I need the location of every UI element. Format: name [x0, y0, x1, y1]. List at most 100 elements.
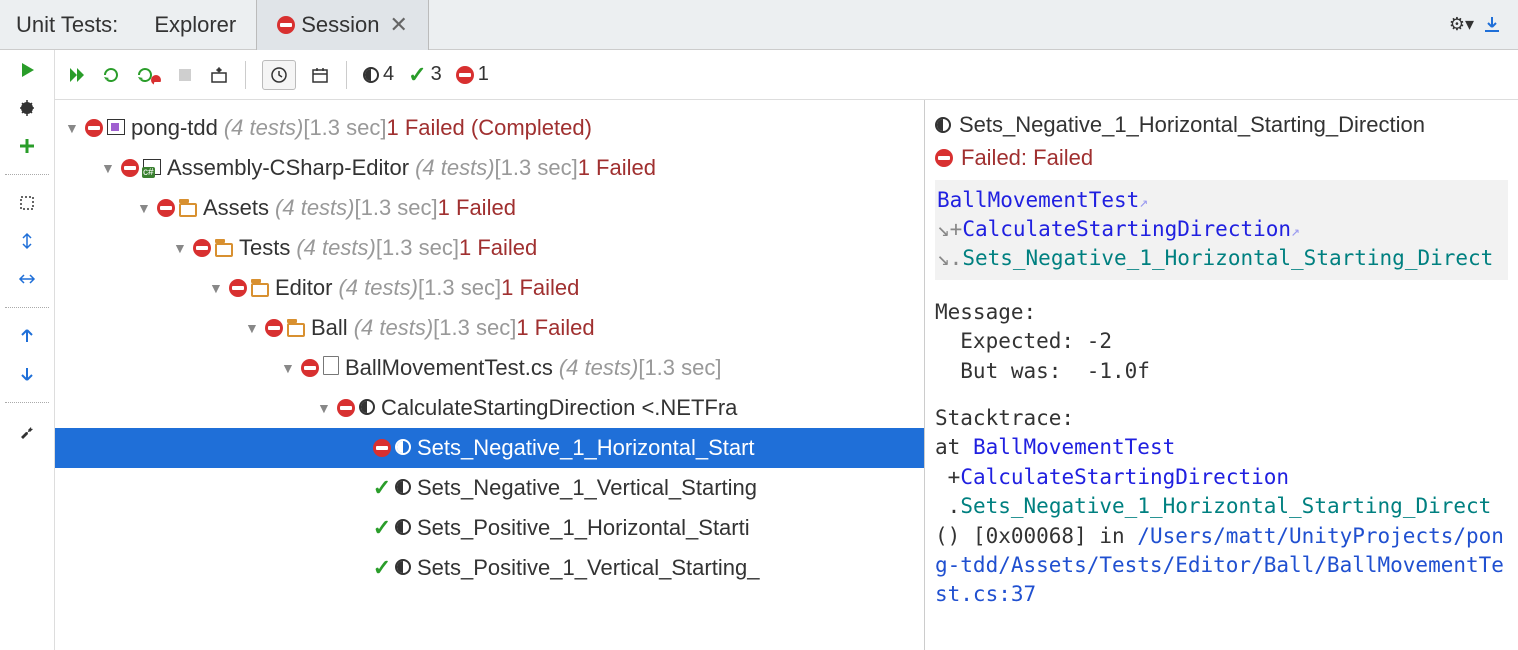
- tree-row[interactable]: ▼Sets_Negative_1_Horizontal_Start: [55, 428, 924, 468]
- half-icon: [935, 117, 951, 133]
- fail-icon: [83, 119, 105, 137]
- down-arrow-icon[interactable]: [17, 364, 37, 384]
- folder-icon: [251, 275, 269, 301]
- tree-row[interactable]: ▼✓Sets_Negative_1_Vertical_Starting: [55, 468, 924, 508]
- tree-row[interactable]: ▼Tests (4 tests) [1.3 sec] 1 Failed: [55, 228, 924, 268]
- link-icon[interactable]: ↗: [1291, 222, 1300, 240]
- fail-icon: [299, 359, 321, 377]
- tree-row[interactable]: ▼✓Sets_Positive_1_Horizontal_Starti: [55, 508, 924, 548]
- tree-item-time: [1.3 sec]: [418, 275, 501, 301]
- collapse-icon[interactable]: [17, 269, 37, 289]
- test-tree[interactable]: ▼ pong-tdd (4 tests) [1.3 sec] 1 Failed (…: [55, 100, 924, 596]
- tree-item-meta: (4 tests): [415, 155, 494, 181]
- tree-item-time: [1.3 sec]: [303, 115, 386, 141]
- tree-item-meta: (4 tests): [354, 315, 433, 341]
- tree-item-name: Sets_Positive_1_Horizontal_Starti: [417, 515, 750, 541]
- fail-icon: [119, 159, 141, 177]
- tree-item-time: [1.3 sec]: [355, 195, 438, 221]
- clock-icon[interactable]: [262, 60, 296, 90]
- fail-icon: [227, 279, 249, 297]
- add-icon[interactable]: [17, 136, 37, 156]
- tree-row[interactable]: ▼✓Sets_Positive_1_Vertical_Starting_: [55, 548, 924, 588]
- tree-item-fail: 1 Failed: [459, 235, 537, 261]
- tree-item-time: [1.3 sec]: [638, 355, 721, 381]
- expand-arrow-icon[interactable]: ▼: [209, 280, 227, 296]
- expand-arrow-icon[interactable]: ▼: [137, 200, 155, 216]
- fail-icon: [456, 66, 474, 84]
- tree-item-fail: 1 Failed (Completed): [386, 115, 591, 141]
- csharp-icon: [143, 155, 161, 181]
- wrench-icon[interactable]: [17, 421, 37, 441]
- close-icon[interactable]: ✕: [390, 12, 408, 38]
- rerun-failed-icon[interactable]: [135, 65, 161, 85]
- calendar-icon[interactable]: [310, 65, 330, 85]
- tree-item-time: [1.3 sec]: [495, 155, 578, 181]
- pass-icon: ✓: [371, 555, 393, 581]
- settings-icon[interactable]: [209, 65, 229, 85]
- debug-icon[interactable]: [17, 98, 37, 118]
- tree-row[interactable]: ▼Ball (4 tests) [1.3 sec] 1 Failed: [55, 308, 924, 348]
- tree-row[interactable]: ▼ BallMovementTest.cs (4 tests) [1.3 sec]: [55, 348, 924, 388]
- rerun-icon[interactable]: [101, 65, 121, 85]
- tree-row[interactable]: ▼Editor (4 tests) [1.3 sec] 1 Failed: [55, 268, 924, 308]
- tree-item-name: Editor: [275, 275, 332, 301]
- test-icon: [395, 475, 411, 501]
- tab-explorer[interactable]: Explorer: [134, 0, 256, 50]
- expand-arrow-icon[interactable]: ▼: [173, 240, 191, 256]
- tree-row[interactable]: ▼ pong-tdd (4 tests) [1.3 sec] 1 Failed (…: [55, 108, 924, 148]
- gear-icon[interactable]: ⚙︎▾: [1449, 14, 1474, 35]
- tree-item-meta: (4 tests): [338, 275, 417, 301]
- up-arrow-icon[interactable]: [17, 326, 37, 346]
- tree-item-time: [1.3 sec]: [376, 235, 459, 261]
- expand-arrow-icon[interactable]: ▼: [65, 120, 83, 136]
- filter-fail[interactable]: 1: [456, 63, 489, 86]
- tab-label: Explorer: [154, 12, 236, 38]
- tree-row[interactable]: ▼ Assembly-CSharp-Editor (4 tests) [1.3 s…: [55, 148, 924, 188]
- fail-icon: [935, 149, 953, 167]
- download-icon[interactable]: [1482, 15, 1502, 35]
- fail-icon: [263, 319, 285, 337]
- select-icon[interactable]: [17, 193, 37, 213]
- test-icon: [395, 555, 411, 581]
- tree-item-meta: (4 tests): [275, 195, 354, 221]
- expand-icon[interactable]: [17, 231, 37, 251]
- fail-icon: [191, 239, 213, 257]
- tree-row[interactable]: ▼Assets (4 tests) [1.3 sec] 1 Failed: [55, 188, 924, 228]
- detail-message: Message: Expected: -2 But was: -1.0f: [935, 298, 1508, 386]
- tree-item-name: CalculateStartingDirection <.NETFra: [381, 395, 737, 421]
- tree-item-name: Sets_Negative_1_Vertical_Starting: [417, 475, 757, 501]
- stop-icon[interactable]: [175, 65, 195, 85]
- test-icon: [359, 395, 375, 421]
- expand-arrow-icon[interactable]: ▼: [317, 400, 335, 416]
- folder-icon: [287, 315, 305, 341]
- count-fail: 1: [478, 63, 489, 86]
- toolbar: 4 ✓ 3 1: [55, 50, 1518, 100]
- expand-arrow-icon[interactable]: ▼: [101, 160, 119, 176]
- tree-item-fail: 1 Failed: [578, 155, 656, 181]
- expand-arrow-icon[interactable]: ▼: [245, 320, 263, 336]
- pass-icon: ✓: [371, 475, 393, 501]
- tab-label: Session: [301, 12, 379, 38]
- detail-title: Sets_Negative_1_Horizontal_Starting_Dire…: [959, 110, 1425, 141]
- tree-item-name: BallMovementTest.cs: [345, 355, 553, 381]
- tree-item-name: Sets_Positive_1_Vertical_Starting_: [417, 555, 759, 581]
- link-icon[interactable]: ↗: [1139, 193, 1148, 211]
- test-icon: [395, 435, 411, 461]
- tab-session[interactable]: Session ✕: [256, 0, 429, 50]
- tree-item-name: pong-tdd: [131, 115, 218, 141]
- gutter: [0, 50, 55, 650]
- file-icon: [323, 355, 339, 381]
- test-icon: [395, 515, 411, 541]
- expand-arrow-icon[interactable]: ▼: [281, 360, 299, 376]
- run-all-icon[interactable]: [67, 65, 87, 85]
- tree-item-name: Assembly-CSharp-Editor: [167, 155, 409, 181]
- filter-pass[interactable]: ✓ 3: [408, 62, 442, 88]
- run-icon[interactable]: [17, 60, 37, 80]
- tree-item-meta: (4 tests): [559, 355, 638, 381]
- tree-item-meta: (4 tests): [224, 115, 303, 141]
- tree-row[interactable]: ▼ CalculateStartingDirection <.NETFra: [55, 388, 924, 428]
- detail-stacktrace: Stacktrace: at BallMovementTest +Calcula…: [935, 404, 1508, 610]
- tree-item-fail: 1 Failed: [516, 315, 594, 341]
- filter-half[interactable]: 4: [363, 63, 394, 86]
- test-detail: Sets_Negative_1_Horizontal_Starting_Dire…: [925, 100, 1518, 620]
